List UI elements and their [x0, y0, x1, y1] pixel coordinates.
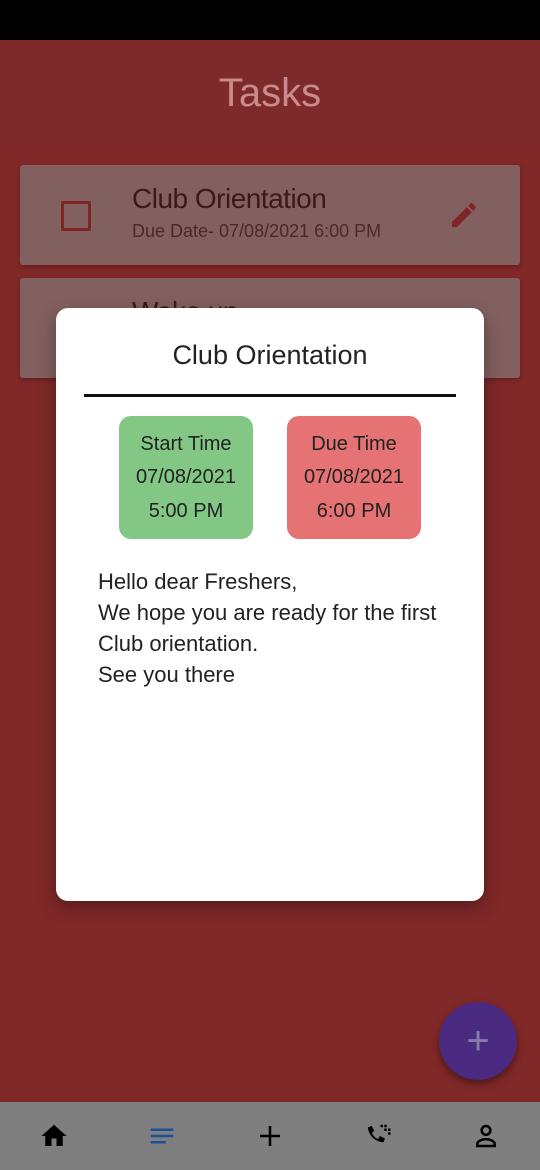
call-icon — [368, 1124, 391, 1143]
due-time-label: Due Time — [311, 432, 397, 455]
description-line: We hope you are ready for the first — [98, 600, 437, 625]
nav-profile[interactable] — [468, 1118, 504, 1154]
status-bar — [0, 0, 540, 40]
description-line: See you there — [98, 662, 235, 687]
start-time-box: Start Time 07/08/2021 5:00 PM — [119, 416, 253, 539]
due-date: 07/08/2021 — [303, 466, 405, 488]
profile-icon — [476, 1124, 496, 1148]
page-title: Tasks — [218, 70, 322, 115]
bottom-nav — [0, 1102, 540, 1170]
plus-icon: + — [466, 1019, 490, 1063]
add-icon — [260, 1126, 280, 1146]
description-line: Club orientation. — [98, 631, 259, 656]
home-icon — [41, 1124, 67, 1146]
due-time: 6:00 PM — [316, 499, 392, 522]
list-icon — [150, 1128, 174, 1144]
task-detail-modal: Club Orientation Start Time 07/08/2021 5… — [56, 308, 484, 901]
add-task-button[interactable]: + — [439, 1002, 517, 1080]
modal-title: Club Orientation — [172, 340, 368, 370]
start-time-label: Start Time — [140, 432, 232, 455]
modal-divider — [84, 394, 456, 397]
task-description: Hello dear Freshers, We hope you are rea… — [98, 566, 458, 690]
nav-calls[interactable] — [360, 1118, 396, 1154]
description-line: Hello dear Freshers, — [98, 569, 298, 594]
app-header: Tasks — [0, 40, 540, 146]
nav-home[interactable] — [36, 1118, 72, 1154]
due-time-box: Due Time 07/08/2021 6:00 PM — [287, 416, 421, 539]
start-time: 5:00 PM — [148, 499, 224, 522]
nav-add[interactable] — [252, 1118, 288, 1154]
start-date: 07/08/2021 — [135, 466, 237, 488]
nav-tasks[interactable] — [144, 1118, 180, 1154]
